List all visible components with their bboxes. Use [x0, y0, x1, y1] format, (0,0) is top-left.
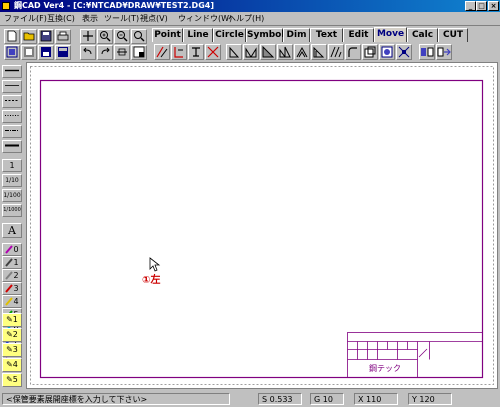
select-icon[interactable] — [114, 45, 130, 60]
move-parallel-icon[interactable] — [171, 44, 187, 60]
tab-edit[interactable]: Edit — [343, 28, 374, 42]
layer-icon[interactable] — [21, 45, 37, 60]
layer-4-button[interactable]: ✎4 — [2, 358, 22, 372]
pen-1-button[interactable]: 1 — [2, 256, 22, 269]
redo-icon[interactable] — [97, 45, 113, 60]
app-icon[interactable] — [2, 2, 10, 10]
text-tool-button[interactable]: A — [2, 223, 22, 238]
scale-1-button[interactable]: 1 — [2, 159, 22, 172]
scale-1-10-button[interactable]: 1/10 — [2, 174, 22, 187]
menu-view[interactable]: 表示 — [82, 12, 98, 25]
layer-5-button[interactable]: ✎5 — [2, 373, 22, 387]
zoom-window-icon[interactable] — [131, 29, 147, 44]
close-button[interactable]: × — [488, 1, 499, 11]
menu-bar: ファイル(F) 互換(C) 表示 ツール(T) 視点(V) ウィンドウ(W) ヘ… — [0, 12, 500, 25]
main-toolbar: Point Line Circle Symbol Dim Text Edit M… — [0, 25, 500, 61]
group-icon[interactable] — [379, 44, 395, 60]
layer-icon: ✎ — [6, 375, 13, 384]
open-file-icon[interactable] — [21, 29, 37, 44]
drawing-frame — [39, 79, 484, 379]
pen-0-button[interactable]: 0 — [2, 243, 22, 256]
layer-icon: ✎ — [6, 345, 13, 354]
array-icon[interactable] — [294, 44, 310, 60]
mirror-icon[interactable] — [243, 44, 259, 60]
linetype-dotted-icon[interactable] — [2, 110, 22, 123]
annotation-label: ①左 — [142, 275, 161, 286]
move-off-icon[interactable] — [205, 44, 221, 60]
zoom-out-icon[interactable] — [114, 29, 130, 44]
layer-toolbar: ✎1 ✎2 ✎3 ✎4 ✎5 — [0, 305, 24, 390]
status-scale: S 0.533 — [258, 393, 302, 405]
zoom-fit-icon[interactable] — [4, 45, 20, 60]
fillet-icon[interactable] — [345, 44, 361, 60]
tab-circle[interactable]: Circle — [213, 28, 246, 42]
status-prompt: <保管要素展開座標を入力して下さい> — [2, 393, 230, 405]
status-x: X 110 — [354, 393, 398, 405]
title-bar: 鋼CAD Ver4 - [C:¥NTCAD¥DRAW¥TEST2.DG4] _ … — [0, 0, 500, 12]
tab-text[interactable]: Text — [310, 28, 343, 42]
move-left-icon[interactable] — [419, 44, 435, 60]
tab-calc[interactable]: Calc — [407, 28, 438, 42]
status-bar: <保管要素展開座標を入力して下さい> S 0.533 G 10 X 110 Y … — [0, 391, 500, 407]
linetype-center-icon[interactable] — [2, 125, 22, 138]
move-copy-icon[interactable] — [154, 44, 170, 60]
drawing-icon[interactable] — [38, 45, 54, 60]
undo-icon[interactable] — [80, 45, 96, 60]
tab-move[interactable]: Move — [374, 27, 407, 42]
tab-dim[interactable]: Dim — [283, 28, 310, 42]
layer-icon: ✎ — [6, 315, 13, 324]
layer-icon: ✎ — [6, 360, 13, 369]
tab-point[interactable]: Point — [152, 28, 183, 42]
offset-icon[interactable] — [311, 44, 327, 60]
pen-3-button[interactable]: 3 — [2, 282, 22, 295]
mouse-cursor-icon — [149, 257, 161, 272]
copy-sheet-icon[interactable] — [362, 44, 378, 60]
window-select-icon[interactable] — [131, 45, 147, 60]
window-title: 鋼CAD Ver4 - [C:¥NTCAD¥DRAW¥TEST2.DG4] — [14, 1, 214, 10]
linetype-solid-icon[interactable] — [2, 65, 22, 78]
zoom-in-icon[interactable] — [97, 29, 113, 44]
layer-3-button[interactable]: ✎3 — [2, 343, 22, 357]
pen-2-button[interactable]: 2 — [2, 269, 22, 282]
title-block — [347, 332, 483, 378]
maximize-button[interactable]: □ — [476, 1, 487, 11]
slant-icon[interactable] — [328, 44, 344, 60]
menu-tools[interactable]: ツール(T) — [104, 12, 139, 25]
menu-viewpoint[interactable]: 視点(V) — [140, 12, 168, 25]
stretch-icon[interactable] — [277, 44, 293, 60]
sheet-boundary — [30, 66, 494, 385]
scale-icon[interactable] — [260, 44, 276, 60]
status-grid: G 10 — [310, 393, 344, 405]
scale-1-1000-button[interactable]: 1/1000 — [2, 204, 22, 217]
linetype-dashed-icon[interactable] — [2, 95, 22, 108]
menu-compat[interactable]: 互換(C) — [47, 12, 75, 25]
tab-cut[interactable]: CUT — [438, 28, 468, 42]
tab-line[interactable]: Line — [183, 28, 213, 42]
menu-help[interactable]: ヘルプ(H) — [228, 12, 264, 25]
menu-window[interactable]: ウィンドウ(W) — [178, 12, 232, 25]
layer-1-button[interactable]: ✎1 — [2, 313, 22, 327]
rotate-icon[interactable] — [226, 44, 242, 60]
new-file-icon[interactable] — [4, 29, 20, 44]
minimize-button[interactable]: _ — [465, 1, 476, 11]
print-icon[interactable] — [55, 29, 71, 44]
move-right-icon[interactable] — [436, 44, 452, 60]
drawing-surface — [30, 66, 494, 385]
explode-icon[interactable] — [396, 44, 412, 60]
menu-file[interactable]: ファイル(F) — [4, 12, 47, 25]
save-file-icon[interactable] — [38, 29, 54, 44]
move-text-icon[interactable] — [188, 44, 204, 60]
linetype-thin-icon[interactable] — [2, 80, 22, 93]
scale-1-100-button[interactable]: 1/100 — [2, 189, 22, 202]
layer-icon: ✎ — [6, 330, 13, 339]
drawing-canvas[interactable]: ①左 鋼テック — [26, 62, 498, 389]
sheet-icon[interactable] — [55, 45, 71, 60]
pan-icon[interactable] — [80, 29, 96, 44]
title-block-label: 鋼テック — [369, 364, 401, 373]
status-y: Y 120 — [408, 393, 452, 405]
tab-symbol[interactable]: Symbol — [246, 28, 284, 42]
layer-2-button[interactable]: ✎2 — [2, 328, 22, 342]
linetype-thick-icon[interactable] — [2, 140, 22, 153]
